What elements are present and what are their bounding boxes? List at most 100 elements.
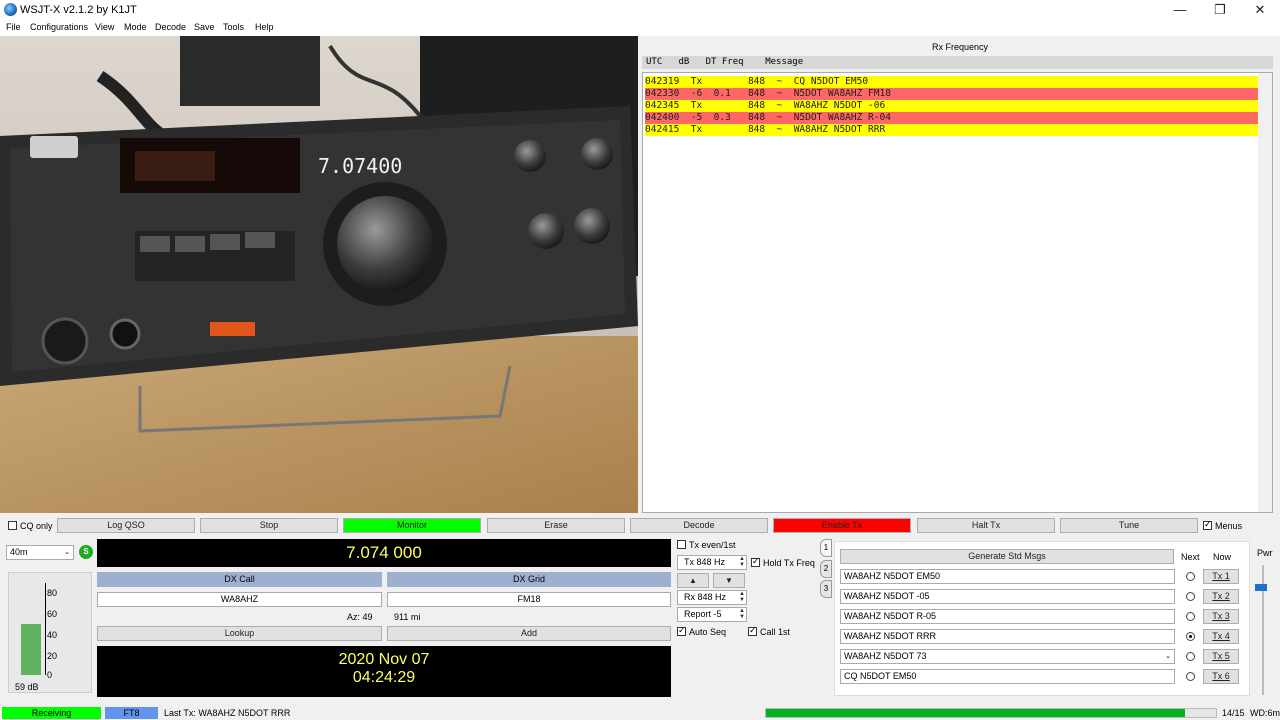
tab-1[interactable]: 1: [820, 539, 832, 557]
menus-checkbox[interactable]: [1203, 519, 1212, 530]
clock-date: 2020 Nov 07: [338, 651, 430, 668]
tx2-message-field[interactable]: WA8AHZ N5DOT -05: [840, 589, 1175, 604]
call-1st-checkbox[interactable]: [748, 625, 757, 636]
minimize-icon[interactable]: —: [1160, 0, 1200, 20]
rx-freq-spinbox[interactable]: Rx 848 Hz ▲ ▼: [677, 590, 747, 605]
status-bar: Receiving FT8 Last Tx: WA8AHZ N5DOT RRR …: [0, 706, 1280, 720]
report-value: Report -5: [684, 609, 722, 619]
tx3-message-field[interactable]: WA8AHZ N5DOT R-05: [840, 609, 1175, 624]
meter-tick: 80: [47, 588, 58, 598]
menu-view[interactable]: View: [95, 22, 114, 32]
tx2-next-radio[interactable]: [1186, 592, 1195, 601]
azimuth-label: Az: 49: [347, 612, 373, 622]
enable-tx-button[interactable]: Enable Tx: [773, 518, 911, 533]
menus-label: Menus: [1215, 521, 1243, 531]
distance-label: 911 mi: [394, 612, 421, 622]
tune-button[interactable]: Tune: [1060, 518, 1198, 533]
monitor-button[interactable]: Monitor: [343, 518, 481, 533]
spin-arrows-icon[interactable]: ▲ ▼: [739, 591, 745, 603]
meter-tick: 0: [47, 670, 53, 680]
menu-mode[interactable]: Mode: [124, 22, 147, 32]
tx6-now-button[interactable]: Tx 6: [1203, 669, 1239, 684]
tx4-next-radio[interactable]: [1186, 632, 1195, 641]
band-select[interactable]: 40m ⌄: [6, 545, 74, 560]
last-tx-status: Last Tx: WA8AHZ N5DOT RRR: [164, 708, 291, 718]
tx5-now-button[interactable]: Tx 5: [1203, 649, 1239, 664]
halt-tx-button[interactable]: Halt Tx: [917, 518, 1055, 533]
tx4-message-field[interactable]: WA8AHZ N5DOT RRR: [840, 629, 1175, 644]
menu-bar: File Configurations View Mode Decode Sav…: [0, 20, 1280, 36]
menu-decode[interactable]: Decode: [155, 22, 186, 32]
tx5-message-select[interactable]: WA8AHZ N5DOT 73 ⌄: [840, 649, 1175, 664]
tx1-message-field[interactable]: WA8AHZ N5DOT EM50: [840, 569, 1175, 584]
decode-button[interactable]: Decode: [630, 518, 768, 533]
mode-status: FT8: [105, 707, 158, 719]
tx6-message-field[interactable]: CQ N5DOT EM50: [840, 669, 1175, 684]
meter-tick: 20: [47, 651, 58, 661]
tx5-message-value: WA8AHZ N5DOT 73: [844, 651, 927, 661]
tx-even-label: Tx even/1st: [689, 540, 736, 550]
dx-call-input[interactable]: WA8AHZ: [97, 592, 382, 607]
decode-row[interactable]: 042415 Tx 848 ~ WA8AHZ N5DOT RRR: [645, 124, 1259, 136]
menu-help[interactable]: Help: [255, 22, 274, 32]
menu-file[interactable]: File: [6, 22, 21, 32]
lookup-button[interactable]: Lookup: [97, 626, 382, 641]
chevron-down-icon: ⌄: [1165, 653, 1171, 660]
spin-arrows-icon[interactable]: ▲ ▼: [739, 608, 745, 620]
tx3-now-button[interactable]: Tx 3: [1203, 609, 1239, 624]
auto-seq-checkbox[interactable]: [677, 625, 686, 636]
cq-only-checkbox[interactable]: [8, 521, 17, 530]
move-up-button[interactable]: ▲: [677, 573, 709, 588]
tab-3[interactable]: 3: [820, 580, 832, 598]
dial-frequency-display: 7.074 000: [97, 539, 671, 567]
settings-status-icon[interactable]: S: [79, 545, 93, 559]
rx-column-headers: UTC dB DT Freq Message: [642, 56, 1273, 69]
tx1-next-radio[interactable]: [1186, 572, 1195, 581]
decode-row[interactable]: 042330 -6 0.1 848 ~ N5DOT WA8AHZ FM18: [645, 88, 1259, 100]
call-1st-label: Call 1st: [760, 627, 791, 637]
power-slider-handle[interactable]: [1255, 584, 1267, 591]
menu-save[interactable]: Save: [194, 22, 215, 32]
tx4-now-button[interactable]: Tx 4: [1203, 629, 1239, 644]
decode-row[interactable]: 042345 Tx 848 ~ WA8AHZ N5DOT -06: [645, 100, 1259, 112]
erase-button[interactable]: Erase: [487, 518, 625, 533]
meter-tick: 40: [47, 630, 58, 640]
menu-tools[interactable]: Tools: [223, 22, 244, 32]
rx-decode-list[interactable]: 042319 Tx 848 ~ CQ N5DOT EM50 042330 -6 …: [642, 72, 1273, 513]
tx1-now-button[interactable]: Tx 1: [1203, 569, 1239, 584]
report-spinbox[interactable]: Report -5 ▲ ▼: [677, 607, 747, 622]
hold-tx-freq-checkbox[interactable]: [751, 556, 760, 567]
meter-scale-line: [45, 583, 46, 675]
svg-text:7.07400: 7.07400: [318, 154, 402, 178]
tx6-next-radio[interactable]: [1186, 672, 1195, 681]
decode-row[interactable]: 042400 -5 0.3 848 ~ N5DOT WA8AHZ R-04: [645, 112, 1259, 124]
tr-period-progress-fill: [766, 709, 1185, 717]
stop-button[interactable]: Stop: [200, 518, 338, 533]
log-qso-button[interactable]: Log QSO: [57, 518, 195, 533]
tx5-next-radio[interactable]: [1186, 652, 1195, 661]
menu-configurations[interactable]: Configurations: [30, 22, 88, 32]
add-button[interactable]: Add: [387, 626, 671, 641]
tx-freq-spinbox[interactable]: Tx 848 Hz ▲ ▼: [677, 555, 747, 570]
rx-scrollbar[interactable]: [1258, 73, 1272, 512]
tx-even-checkbox[interactable]: [677, 540, 686, 549]
tab-2[interactable]: 2: [820, 560, 832, 578]
maximize-icon[interactable]: ❐: [1200, 0, 1240, 20]
cq-only-label: CQ only: [20, 521, 53, 531]
generate-std-msgs-button[interactable]: Generate Std Msgs: [840, 549, 1174, 564]
move-down-button[interactable]: ▼: [713, 573, 745, 588]
decode-row[interactable]: 042319 Tx 848 ~ CQ N5DOT EM50: [645, 76, 1259, 88]
tr-period-progress: [765, 708, 1217, 718]
meter-tick: 60: [47, 609, 58, 619]
auto-seq-label: Auto Seq: [689, 627, 727, 637]
hold-tx-freq-label: Hold Tx Freq: [763, 558, 815, 568]
meter-level-label: 59 dB: [15, 682, 39, 692]
dx-grid-input[interactable]: FM18: [387, 592, 671, 607]
watchdog-status: WD:6m: [1250, 708, 1280, 718]
tx3-next-radio[interactable]: [1186, 612, 1195, 621]
rx-freq-value: Rx 848 Hz: [684, 592, 727, 602]
tx2-now-button[interactable]: Tx 2: [1203, 589, 1239, 604]
window-title: WSJT-X v2.1.2 by K1JT: [20, 4, 137, 16]
spin-arrows-icon[interactable]: ▲ ▼: [739, 556, 745, 568]
close-icon[interactable]: ✕: [1240, 0, 1280, 20]
